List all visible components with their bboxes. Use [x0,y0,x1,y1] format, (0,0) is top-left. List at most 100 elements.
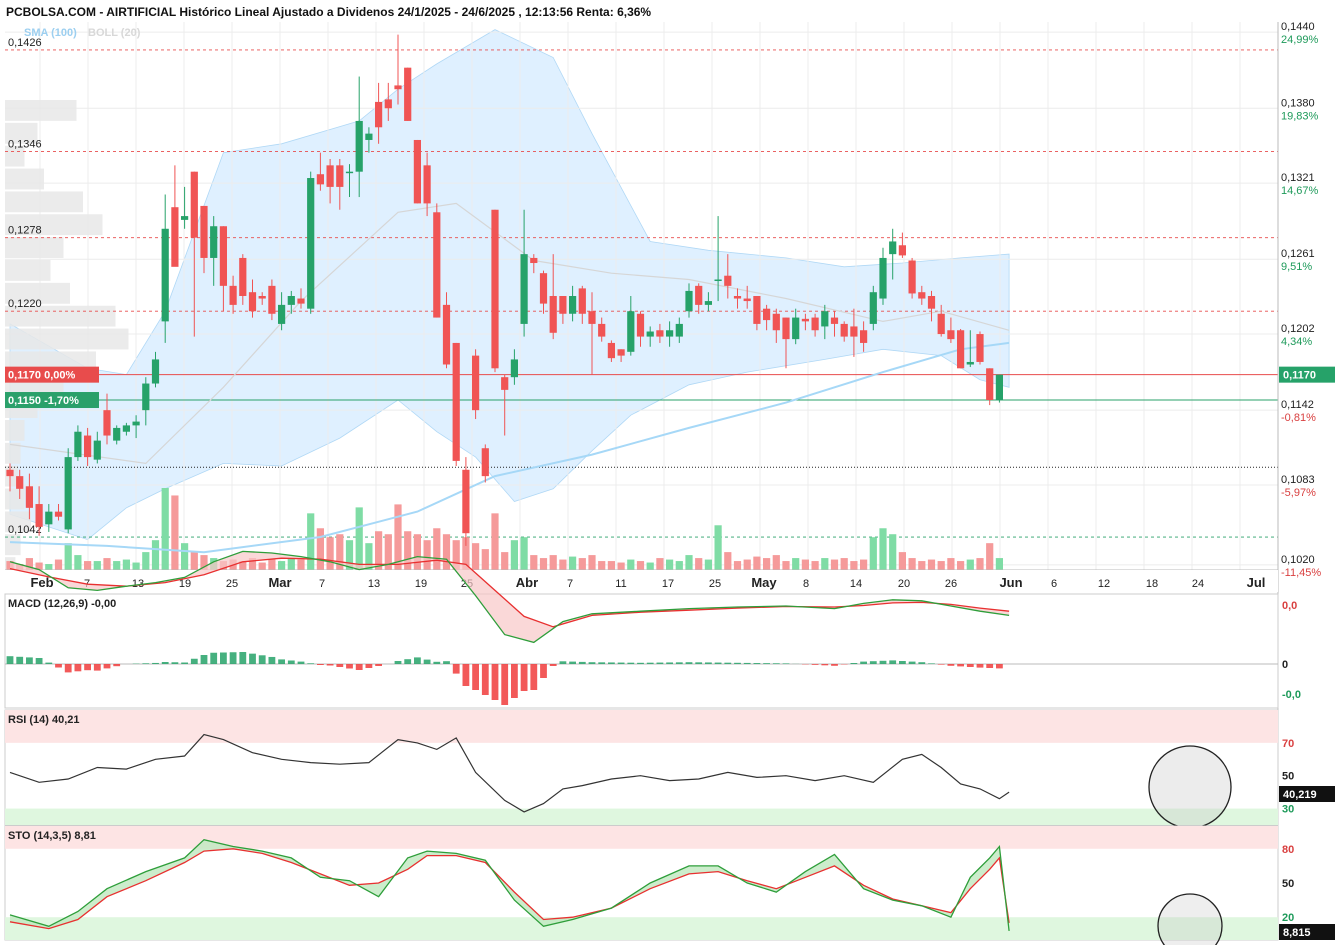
volume-bar [278,561,285,570]
macd-histogram-bar [55,664,62,668]
macd-histogram-bar [598,662,605,664]
volume-bar [424,540,431,570]
volume-bar [598,561,605,570]
volume-bar [288,558,295,570]
candle-body [191,172,198,238]
macd-histogram-bar [715,663,722,664]
macd-histogram-bar [734,663,741,664]
candle-body [938,314,945,334]
macd-histogram-bar [996,664,1003,668]
candle-body [249,292,256,311]
candle-body [365,134,372,140]
volume-bar [666,560,673,570]
macd-histogram-bar [851,663,858,664]
macd-histogram-bar [317,664,324,665]
macd-histogram-bar [724,663,731,664]
candle-body [967,362,974,365]
macd-histogram-bar [637,663,644,664]
macd-histogram-bar [366,664,373,668]
volume-bar [715,525,722,570]
volume-bar [889,534,896,570]
y-tick-price: 0,1142 [1281,399,1314,411]
macd-histogram-bar [424,660,431,664]
candle-body [579,288,586,313]
macd-histogram-bar [744,663,751,664]
macd-histogram-bar [948,664,955,666]
candle-body [394,85,401,89]
macd-histogram-bar [259,655,266,664]
volume-profile-bar [5,169,44,190]
volume-bar [967,560,974,570]
candle-body [734,296,741,299]
volume-profile-bar [5,100,77,121]
volume-bar [501,552,508,570]
macd-histogram-bar [162,662,169,664]
macd-histogram-bar [336,664,343,667]
rsi-value-tag-text: 40,219 [1283,789,1317,801]
candle-body [181,216,188,220]
volume-bar [802,560,809,570]
candle-body [65,457,72,529]
macd-histogram-bar [821,664,828,665]
y-tick-percent: 24,99% [1281,34,1319,46]
volume-bar [530,555,537,570]
macd-histogram-bar [521,664,528,691]
volume-bar [647,563,654,570]
candle-body [812,318,819,331]
candle-body [540,273,547,303]
x-tick-label: 20 [898,578,910,590]
candle-body [753,296,760,324]
volume-bar [976,558,983,570]
volume-profile-bar [5,260,51,281]
candle-body [637,314,644,337]
volume-bar [123,560,130,570]
candle-body [472,356,479,411]
candle-body [288,296,295,305]
volume-bar [482,549,489,570]
y-tick-price: 0,1440 [1281,21,1315,33]
candle-body [123,425,130,431]
y-tick-percent: 9,51% [1281,261,1312,273]
x-tick-label: 25 [226,578,238,590]
volume-bar [550,555,557,570]
volume-bar [491,513,498,570]
macd-histogram-bar [666,662,673,664]
macd-histogram-bar [181,663,188,665]
candle-body [424,165,431,203]
rsi-axis-label: 70 [1282,738,1294,750]
macd-histogram-bar [899,661,906,664]
macd-histogram-bar [375,664,382,666]
macd-histogram-bar [269,657,276,664]
macd-histogram-bar [239,652,246,664]
volume-profile-bar [5,489,25,510]
rsi-axis-label: 50 [1282,771,1294,783]
candle-body [666,330,673,336]
macd-histogram-bar [550,664,557,666]
candle-body [530,258,537,263]
macd-histogram-bar [463,664,470,686]
volume-bar [637,561,644,570]
macd-histogram-bar [298,662,305,664]
macd-histogram-bar [94,664,101,671]
candle-body [569,296,576,314]
stochastic-panel: STO (14,3,5) 8,818050208,815 [5,826,1335,945]
volume-bar [191,552,198,570]
macd-histogram-bar [530,664,537,690]
macd-histogram-bar [812,664,819,665]
volume-bar [579,558,586,570]
macd-histogram-bar [75,664,82,671]
volume-bar [870,537,877,570]
macd-axis-label: 0,0 [1282,600,1297,612]
volume-bar [899,552,906,570]
macd-histogram-bar [686,662,693,664]
volume-bar [259,563,266,570]
candle-body [26,486,33,508]
macd-histogram-bar [327,664,334,666]
sto-axis-label: 80 [1282,844,1294,856]
macd-histogram-bar [65,664,72,672]
candle-body [220,226,227,286]
volume-profile-bar [5,329,129,350]
candle-body [336,165,343,187]
candle-body [491,210,498,369]
volume-bar [608,561,615,570]
